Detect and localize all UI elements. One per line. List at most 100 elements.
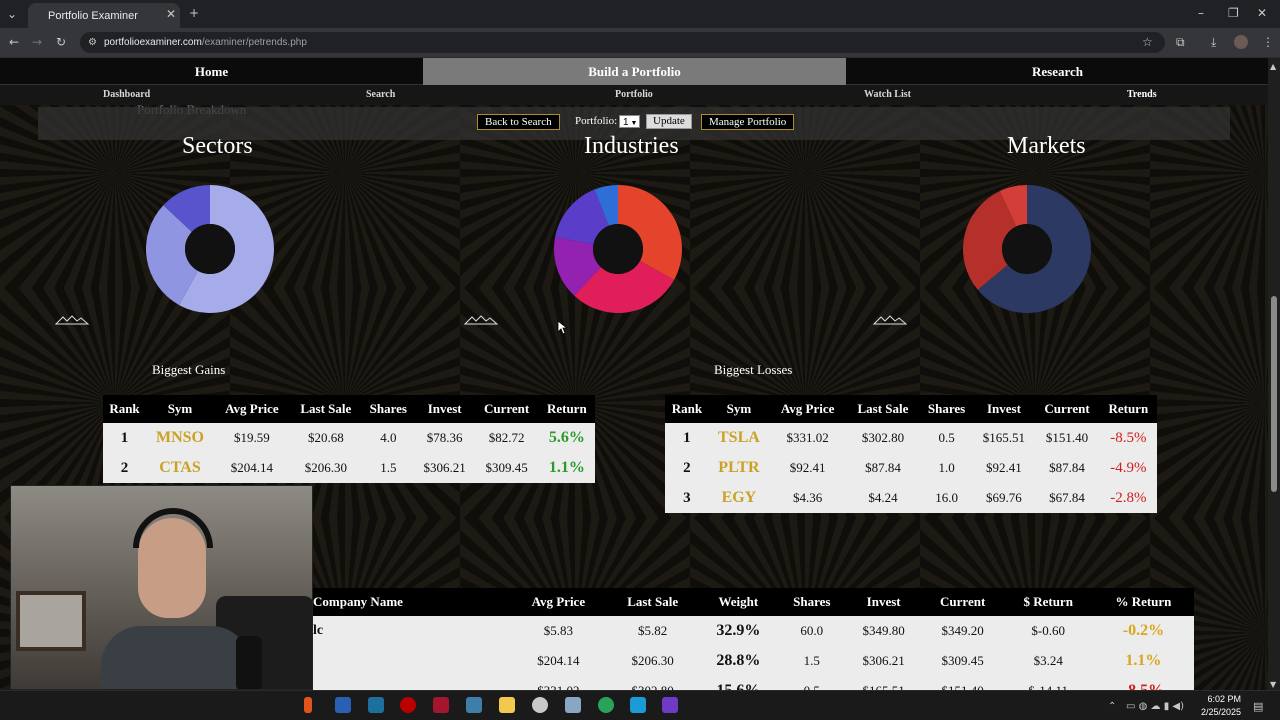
app-p-icon[interactable]: [662, 697, 678, 713]
avg-price-cell: $19.59: [233, 430, 270, 445]
table-row: 2 CTAS $204.14 $206.30 1.5 $306.21 $309.…: [103, 453, 595, 483]
company-name-cell[interactable]: [300, 646, 510, 676]
calculator-icon[interactable]: [565, 697, 581, 713]
sticky-notes-icon[interactable]: [499, 697, 515, 713]
steam-icon[interactable]: [532, 697, 548, 713]
reload-icon[interactable]: ↻: [56, 35, 66, 49]
avg-price-cell: $204.14: [230, 460, 273, 475]
site-info-icon[interactable]: ⚙: [88, 36, 97, 50]
nav-build-portfolio[interactable]: Build a Portfolio: [423, 58, 846, 85]
invest-cell: $306.21: [862, 653, 905, 668]
symbol-link[interactable]: PLTR: [709, 453, 769, 483]
shares-cell: 1.5: [380, 460, 397, 475]
firefox-icon[interactable]: [304, 697, 312, 713]
scroll-up-icon[interactable]: ▲: [1270, 60, 1276, 74]
extensions-icon[interactable]: ⧉: [1176, 35, 1185, 49]
col-sym: Sym: [726, 401, 752, 416]
col-pct-return: % Return: [1115, 594, 1172, 609]
symbol-link[interactable]: EGY: [709, 483, 769, 513]
subnav-trends[interactable]: Trends: [1127, 85, 1157, 105]
current-cell: $309.45: [941, 653, 984, 668]
avg-price-cell: $331.02: [510, 676, 607, 690]
clock-time[interactable]: 6:02 PM: [1203, 694, 1241, 704]
rank-cell: 2: [120, 459, 129, 476]
current-cell: $309.45: [485, 460, 528, 475]
subnav-search[interactable]: Search: [366, 85, 395, 105]
update-button[interactable]: Update: [646, 114, 692, 129]
rank-cell: 1: [120, 429, 129, 446]
col-return: Return: [546, 401, 587, 416]
url-field[interactable]: portfolioexaminer.com/examiner/petrends.…: [80, 32, 1165, 53]
table-row: 3 EGY $4.36 $4.24 16.0 $69.76 $67.84 -2.…: [665, 483, 1157, 513]
biggest-losses-table: Rank Sym Avg Price Last Sale Shares Inve…: [665, 395, 1157, 513]
back-icon[interactable]: ←: [9, 35, 19, 49]
avg-price-cell: $5.83: [543, 623, 573, 638]
company-name-cell[interactable]: lc: [300, 616, 510, 646]
industries-donut: [554, 185, 682, 313]
biggest-gains-heading: Biggest Gains: [152, 362, 226, 377]
col-rank: Rank: [109, 401, 140, 416]
new-tab-icon[interactable]: +: [189, 6, 199, 20]
tab-search-icon[interactable]: ⌄: [7, 7, 17, 21]
company-name-cell[interactable]: [300, 676, 510, 690]
restore-icon[interactable]: ❐: [1228, 6, 1239, 20]
rank-cell: 2: [683, 459, 691, 476]
tray-icons[interactable]: ▭ ◍ ☁ ▮ ◀): [1126, 700, 1184, 714]
shares-cell: 1.5: [803, 653, 820, 668]
scrollbar-thumb[interactable]: [1271, 296, 1277, 492]
chart-watermark-icon: [464, 315, 498, 325]
dollar-return-cell: $3.24: [1033, 653, 1063, 668]
col-dollar-return: $ Return: [1023, 594, 1073, 609]
bookmark-star-icon[interactable]: ☆: [1142, 35, 1153, 49]
portfolio-select[interactable]: 1 ▼: [619, 115, 640, 128]
clock-date[interactable]: 2/25/2025: [1198, 707, 1241, 717]
return-cell: 5.6%: [548, 429, 585, 446]
invest-cell: $165.51: [846, 676, 922, 690]
last-sale-cell: $20.68: [307, 430, 344, 445]
tray-chevron-icon[interactable]: ⌃: [1108, 700, 1116, 714]
vivaldi-icon[interactable]: [433, 697, 449, 713]
browser-tab[interactable]: Portfolio Examiner: [28, 3, 180, 28]
symbol-link[interactable]: TSLA: [709, 423, 769, 453]
invest-cell: $92.41: [986, 460, 1022, 475]
edge-icon[interactable]: [598, 697, 614, 713]
back-to-search-button[interactable]: Back to Search: [477, 114, 560, 130]
manage-portfolio-button[interactable]: Manage Portfolio: [701, 114, 795, 130]
weight-cell: 32.9%: [716, 622, 761, 639]
pct-return-cell: 1.1%: [1125, 652, 1162, 669]
dollar-return-cell: $-14.11: [1004, 676, 1093, 690]
record-icon[interactable]: [400, 697, 416, 713]
profile-avatar[interactable]: [1234, 35, 1248, 49]
invest-cell: $306.21: [423, 460, 466, 475]
url-host: portfolioexaminer.com: [104, 37, 202, 48]
avg-price-cell: $204.14: [537, 653, 580, 668]
col-current: Current: [1044, 401, 1090, 416]
notifications-icon[interactable]: ▤: [1253, 700, 1263, 714]
symbol-link[interactable]: CTAS: [146, 453, 214, 483]
minimize-icon[interactable]: –: [1198, 6, 1204, 20]
browser-menu-icon[interactable]: ⋮: [1262, 35, 1274, 49]
avg-price-cell: $331.02: [786, 430, 829, 445]
notepad-icon[interactable]: [466, 697, 482, 713]
subnav-portfolio[interactable]: Portfolio: [615, 85, 653, 105]
nav-home[interactable]: Home: [0, 58, 423, 85]
table-row: 1 TSLA $331.02 $302.80 0.5 $165.51 $151.…: [665, 423, 1157, 453]
word-icon[interactable]: [335, 697, 351, 713]
dollar-return-cell: $-0.60: [1031, 623, 1065, 638]
subnav-watch-list[interactable]: Watch List: [864, 85, 911, 105]
tab-close-icon[interactable]: ✕: [166, 7, 176, 21]
window-close-icon[interactable]: ✕: [1257, 6, 1267, 20]
nav-research[interactable]: Research: [846, 58, 1268, 85]
last-sale-cell: $302.80: [861, 430, 905, 445]
col-avg-price: Avg Price: [531, 594, 586, 609]
chart-watermark-icon: [55, 315, 89, 325]
app-star-icon[interactable]: [368, 697, 384, 713]
download-icon[interactable]: ⤓: [1211, 35, 1216, 49]
yammer-icon[interactable]: [630, 697, 646, 713]
forward-icon[interactable]: →: [32, 35, 42, 49]
markets-title: Markets: [1007, 133, 1086, 159]
table-header-row: Rank Sym Avg Price Last Sale Shares Inve…: [103, 395, 595, 423]
invest-cell: $78.36: [426, 430, 463, 445]
symbol-link[interactable]: MNSO: [146, 423, 214, 453]
shares-cell: 0.5: [938, 430, 955, 445]
